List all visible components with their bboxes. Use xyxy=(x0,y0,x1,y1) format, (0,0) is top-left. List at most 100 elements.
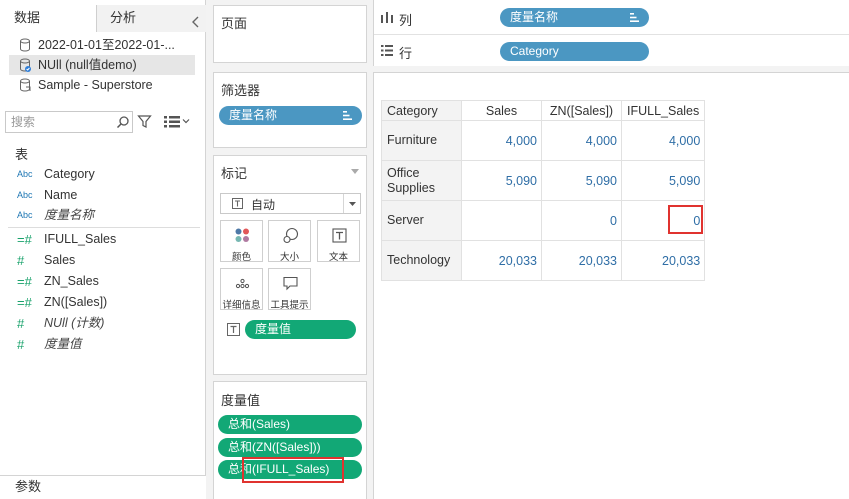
header-category[interactable]: Category xyxy=(381,100,462,121)
measure-pill-sales[interactable]: 总和(Sales) xyxy=(218,415,362,434)
sort-icon xyxy=(343,111,352,120)
value-cell[interactable]: 4,000 xyxy=(541,120,622,161)
table-row: Server 0 0 xyxy=(381,200,706,241)
value-cell[interactable]: 20,033 xyxy=(620,240,706,281)
value-cell[interactable]: 0 xyxy=(620,200,706,241)
value-cell[interactable]: 5,090 xyxy=(461,160,542,201)
field-measure-values[interactable]: # 度量值 xyxy=(0,334,205,355)
header-zn-sales[interactable]: ZN([Sales]) xyxy=(541,100,622,121)
measure-values-card[interactable]: 度量值 总和(Sales) 总和(ZN([Sales])) 总和(IFULL_S… xyxy=(213,381,367,499)
pill-label: 总和(Sales) xyxy=(228,417,291,431)
filter-icon[interactable] xyxy=(137,114,152,129)
field-zn-sales[interactable]: =# ZN_Sales xyxy=(0,271,205,292)
field-label: 度量值 xyxy=(44,337,82,351)
pill-label: 度量名称 xyxy=(229,108,278,122)
text-button[interactable]: 文本 xyxy=(317,220,360,263)
field-measure-names[interactable]: Abc 度量名称 xyxy=(0,205,205,226)
list-view-icon[interactable] xyxy=(163,115,181,128)
size-button-label: 大小 xyxy=(279,252,299,263)
field-zn-sales-expr[interactable]: =# ZN([Sales]) xyxy=(0,292,205,313)
field-name[interactable]: Abc Name xyxy=(0,185,205,206)
shelves-area: 列 度量名称 行 Category xyxy=(373,0,849,66)
value-cell[interactable]: 20,033 xyxy=(461,240,542,281)
row-pill-category[interactable]: Category xyxy=(500,42,649,61)
field-label: Category xyxy=(44,167,95,181)
tooltip-button-label: 工具提示 xyxy=(270,300,309,311)
measure-icon: # xyxy=(17,253,25,268)
pill-label: 度量名称 xyxy=(510,10,559,24)
calculated-measure-icon: =# xyxy=(17,274,32,289)
text-button-label: 文本 xyxy=(328,252,348,263)
tooltip-icon xyxy=(283,276,298,291)
sort-icon xyxy=(630,13,639,22)
filter-pill-measure-names[interactable]: 度量名称 xyxy=(219,106,362,125)
columns-shelf[interactable]: 列 度量名称 xyxy=(374,3,849,35)
table-row: Office Supplies 5,090 5,090 5,090 xyxy=(381,160,706,201)
value-cell[interactable]: 20,033 xyxy=(541,240,622,281)
value-cell[interactable]: 0 xyxy=(541,200,622,241)
calculated-measure-icon: =# xyxy=(17,232,32,247)
row-header-cell[interactable]: Technology xyxy=(381,240,462,281)
rows-shelf[interactable]: 行 Category xyxy=(374,36,849,68)
value-cell[interactable]: 5,090 xyxy=(620,160,706,201)
field-sales[interactable]: # Sales xyxy=(0,250,205,271)
chevron-down-icon[interactable] xyxy=(351,169,359,175)
pill-label: 总和(ZN([Sales])) xyxy=(228,440,321,454)
value-cell[interactable]: 5,090 xyxy=(541,160,622,201)
row-header-cell[interactable]: Server xyxy=(381,200,462,241)
column-pill-measure-names[interactable]: 度量名称 xyxy=(500,8,649,27)
datasource-item[interactable]: 2022-01-01至2022-01-... xyxy=(9,35,195,55)
text-mark-icon xyxy=(227,323,240,336)
field-null-count[interactable]: # NUll (计数) xyxy=(0,313,205,334)
tab-data[interactable]: 数据 xyxy=(0,5,97,32)
string-type-icon: Abc xyxy=(17,210,33,220)
field-label: Name xyxy=(44,188,78,202)
field-label: Sales xyxy=(44,253,76,267)
measure-icon: # xyxy=(17,316,25,331)
datasource-item[interactable]: Sample - Superstore xyxy=(9,75,195,95)
header-sales[interactable]: Sales xyxy=(461,100,542,121)
marks-card[interactable]: 标记 自动 颜色 大小 文本 详细信息 工具提示 度量值 xyxy=(213,155,367,375)
pill-label: 度量值 xyxy=(255,322,292,336)
measure-pill-ifull-sales[interactable]: 总和(IFULL_Sales) xyxy=(218,460,362,479)
view-canvas[interactable]: Category Sales ZN([Sales]) IFULL_Sales F… xyxy=(373,72,849,499)
parameters-section-header: 参数 xyxy=(0,475,206,499)
text-pill-measure-values[interactable]: 度量值 xyxy=(245,320,356,339)
row-header-cell[interactable]: Furniture xyxy=(381,120,462,161)
filters-card-title: 筛选器 xyxy=(221,83,261,98)
tooltip-button[interactable]: 工具提示 xyxy=(268,268,311,311)
collapse-pane-icon[interactable] xyxy=(190,15,202,29)
field-label: IFULL_Sales xyxy=(44,232,117,246)
filters-card[interactable]: 筛选器 度量名称 xyxy=(213,72,367,148)
mark-type-dropdown[interactable]: 自动 xyxy=(220,193,361,214)
measure-icon: # xyxy=(17,337,25,352)
row-header-cell[interactable]: Office Supplies xyxy=(381,160,462,201)
value-cell[interactable] xyxy=(461,200,542,241)
color-button-label: 颜色 xyxy=(231,252,251,263)
color-button[interactable]: 颜色 xyxy=(220,220,263,263)
detail-button[interactable]: 详细信息 xyxy=(220,268,263,311)
value-cell[interactable]: 4,000 xyxy=(461,120,542,161)
search-icon[interactable] xyxy=(116,115,130,129)
pages-card-title: 页面 xyxy=(221,16,248,31)
field-ifull-sales[interactable]: =# IFULL_Sales xyxy=(0,229,205,250)
size-button[interactable]: 大小 xyxy=(268,220,311,263)
field-label: ZN([Sales]) xyxy=(44,295,108,309)
value-cell[interactable]: 4,000 xyxy=(620,120,706,161)
datasource-item-active[interactable]: NUll (null值demo) xyxy=(9,55,195,75)
data-pane: 数据 分析 2022-01-01至2022-01-... NUll (null值… xyxy=(0,0,206,499)
chevron-down-icon[interactable] xyxy=(182,117,190,125)
pill-label: 总和(IFULL_Sales) xyxy=(228,462,330,476)
database-check-icon xyxy=(20,58,31,72)
rows-shelf-label: 行 xyxy=(399,46,413,61)
tables-section-header: 表 xyxy=(15,147,29,162)
marks-card-title: 标记 xyxy=(221,166,248,181)
data-pane-tabs: 数据 分析 xyxy=(0,5,206,32)
pages-card[interactable]: 页面 xyxy=(213,5,367,63)
search-box xyxy=(5,111,133,133)
divider xyxy=(8,227,200,228)
search-input[interactable] xyxy=(6,112,114,132)
measure-pill-zn-sales[interactable]: 总和(ZN([Sales])) xyxy=(218,438,362,457)
field-category[interactable]: Abc Category xyxy=(0,164,205,185)
header-ifull-sales[interactable]: IFULL_Sales xyxy=(620,100,706,121)
